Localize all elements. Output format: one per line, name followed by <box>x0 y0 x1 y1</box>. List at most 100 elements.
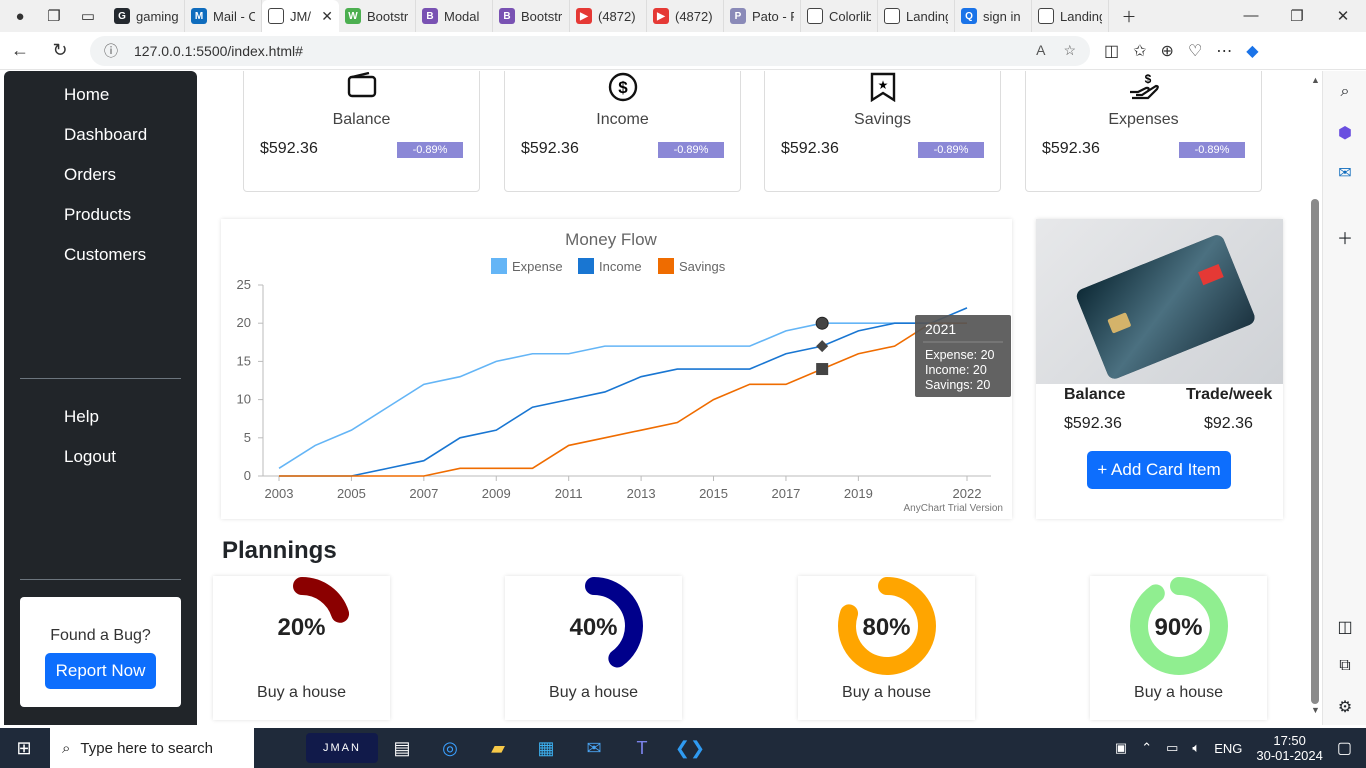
browser-tab[interactable]: B Bootstr <box>493 0 570 32</box>
legend-label: Savings <box>679 259 726 274</box>
windows-taskbar: ⊞ ⌕ Type here to search JMAN ▤ ◎ ▰ ▦ ✉ T… <box>0 728 1366 768</box>
external-link-icon[interactable]: ⧉ <box>1323 657 1366 675</box>
add-card-item-button[interactable]: + Add Card Item <box>1087 451 1231 489</box>
card-panel: Balance Trade/week $592.36 $92.36 + Add … <box>1036 219 1283 519</box>
series-line-income <box>279 307 968 477</box>
mail-icon[interactable]: ✉ <box>570 728 618 768</box>
scroll-down-icon[interactable]: ▼ <box>1311 705 1320 715</box>
outlook-icon[interactable]: ✉ <box>1323 163 1366 183</box>
browser-tab[interactable]: JM/ ✕ <box>262 0 339 32</box>
planning-card: 40% Buy a house <box>505 576 682 720</box>
add-sidebar-app-icon[interactable]: ＋ <box>1323 225 1366 249</box>
site-info-icon[interactable]: ⓘ <box>104 41 118 61</box>
taskbar-search[interactable]: ⌕ Type here to search <box>50 728 254 768</box>
browser-tab[interactable]: Qsign in <box>955 0 1032 32</box>
page-scrollbar[interactable]: ▲ ▼ <box>1308 71 1322 725</box>
profile-icon[interactable]: ● <box>6 0 34 32</box>
read-aloud-icon[interactable]: A <box>1036 42 1045 59</box>
tab-label: Bootstr <box>521 8 563 24</box>
scrollbar-thumb[interactable] <box>1311 199 1319 704</box>
favorite-star-icon[interactable]: ☆ <box>1063 42 1076 59</box>
stat-title: Expenses <box>1108 111 1179 128</box>
browser-tab[interactable]: ▶ (4872) E <box>570 0 647 32</box>
close-tab-icon[interactable]: ✕ <box>321 8 333 25</box>
card-trade-label: Trade/week <box>1186 386 1273 403</box>
search-icon[interactable]: ⌕ <box>1323 83 1366 101</box>
network-icon[interactable]: ▭ <box>1166 740 1178 756</box>
clock-date: 30-01-2024 <box>1256 748 1323 763</box>
browser-tab[interactable]: Colorlib <box>801 0 878 32</box>
language-indicator[interactable]: ENG <box>1214 741 1242 756</box>
sidebar-item-help[interactable]: Help <box>64 407 99 427</box>
tab-favicon-icon <box>884 8 900 24</box>
clock[interactable]: 17:50 30-01-2024 <box>1256 733 1323 763</box>
y-tick-label: 5 <box>244 430 251 445</box>
tooltip-line: Expense: 20 <box>925 348 995 362</box>
browser-tab[interactable]: M Mail - C <box>185 0 262 32</box>
show-hidden-icons-icon[interactable]: ⌃ <box>1141 740 1152 756</box>
money-flow-chart[interactable]: Money Flow Expense Income Savings 0 5 10 15 20… <box>221 219 1012 519</box>
planning-card: 90% Buy a house <box>1090 576 1267 720</box>
edge-browser-icon[interactable]: ◎ <box>426 728 474 768</box>
copilot-sidebar-icon[interactable]: ⬢ <box>1323 123 1366 143</box>
stat-change-badge: -0.89% <box>918 142 984 158</box>
sidebar-item-home[interactable]: Home <box>64 85 109 105</box>
minimize-icon[interactable]: — <box>1228 7 1274 25</box>
browser-tab[interactable]: P Pato - F <box>724 0 801 32</box>
browser-tab[interactable]: Landing <box>878 0 955 32</box>
volume-icon[interactable]: 🔈︎ <box>1192 740 1200 756</box>
refresh-icon[interactable]: ↻ <box>40 40 80 61</box>
split-screen-icon[interactable]: ◫ <box>1104 41 1119 61</box>
jman-logo-icon[interactable]: JMAN <box>306 733 378 763</box>
browser-tab[interactable]: ▶ (4872) E <box>647 0 724 32</box>
scroll-up-icon[interactable]: ▲ <box>1311 75 1320 85</box>
workspaces-icon[interactable]: ❐ <box>40 0 68 32</box>
tab-label: Landing <box>1060 8 1102 24</box>
file-explorer-icon[interactable]: ▰ <box>474 728 522 768</box>
task-view-icon[interactable]: ▤ <box>378 728 426 768</box>
windows-start-icon[interactable]: ⊞ <box>0 728 48 768</box>
report-now-button[interactable]: Report Now <box>45 653 156 689</box>
stat-amount: $592.36 <box>260 140 318 157</box>
address-bar-row: ← ↻ ⓘ 127.0.0.1:5500/index.html# A ☆ ◫ ✩… <box>0 32 1366 70</box>
tab-actions-icon[interactable]: ▭ <box>74 0 102 32</box>
stat-change-badge: -0.89% <box>1179 142 1245 158</box>
browser-tab[interactable]: B Modal <box>416 0 493 32</box>
store-icon[interactable]: ▦ <box>522 728 570 768</box>
tab-label: JM/ <box>290 8 311 24</box>
browser-tab[interactable]: Ggaming <box>108 0 185 32</box>
sidebar-item-orders[interactable]: Orders <box>64 165 116 185</box>
y-tick-label: 20 <box>237 315 251 330</box>
new-tab-icon[interactable]: ＋ <box>1115 0 1143 32</box>
card-trade-value: $92.36 <box>1204 415 1253 432</box>
chart-series <box>278 307 968 477</box>
sidebar-item-products[interactable]: Products <box>64 205 131 225</box>
restore-icon[interactable]: ❐ <box>1274 7 1320 25</box>
sidebar: Home Dashboard Orders Products Customers… <box>4 71 197 725</box>
x-tick-label: 2003 <box>265 486 294 501</box>
performance-icon[interactable]: ♡ <box>1188 41 1202 61</box>
planning-percent: 20% <box>277 614 326 641</box>
vscode-icon[interactable]: ❮❯ <box>666 728 714 768</box>
more-menu-icon[interactable]: ⋯ <box>1216 41 1232 61</box>
browser-tab[interactable]: W Bootstr <box>339 0 416 32</box>
stat-title: Income <box>596 111 649 128</box>
tab-favicon-icon: M <box>191 8 207 24</box>
browser-tab[interactable]: Landing <box>1032 0 1109 32</box>
sidebar-item-logout[interactable]: Logout <box>64 447 116 467</box>
teams-icon[interactable]: T <box>618 728 666 768</box>
collections-icon[interactable]: ⊕ <box>1161 41 1174 61</box>
settings-gear-icon[interactable]: ⚙ <box>1323 697 1366 717</box>
notifications-icon[interactable]: ▢ <box>1337 738 1352 758</box>
hand-money-icon: $ <box>1026 72 1261 109</box>
tab-label: sign in <box>983 8 1021 24</box>
sidebar-item-dashboard[interactable]: Dashboard <box>64 125 147 145</box>
sidebar-layout-icon[interactable]: ◫ <box>1323 617 1366 637</box>
back-icon[interactable]: ← <box>0 40 40 61</box>
news-widget-icon[interactable]: ▣ <box>1115 740 1127 756</box>
copilot-icon[interactable]: ◆ <box>1246 41 1258 61</box>
sidebar-item-customers[interactable]: Customers <box>64 245 146 265</box>
url-field[interactable]: ⓘ 127.0.0.1:5500/index.html# A ☆ <box>90 35 1090 66</box>
favorites-icon[interactable]: ✩ <box>1133 41 1146 61</box>
close-window-icon[interactable]: ✕ <box>1320 7 1366 25</box>
